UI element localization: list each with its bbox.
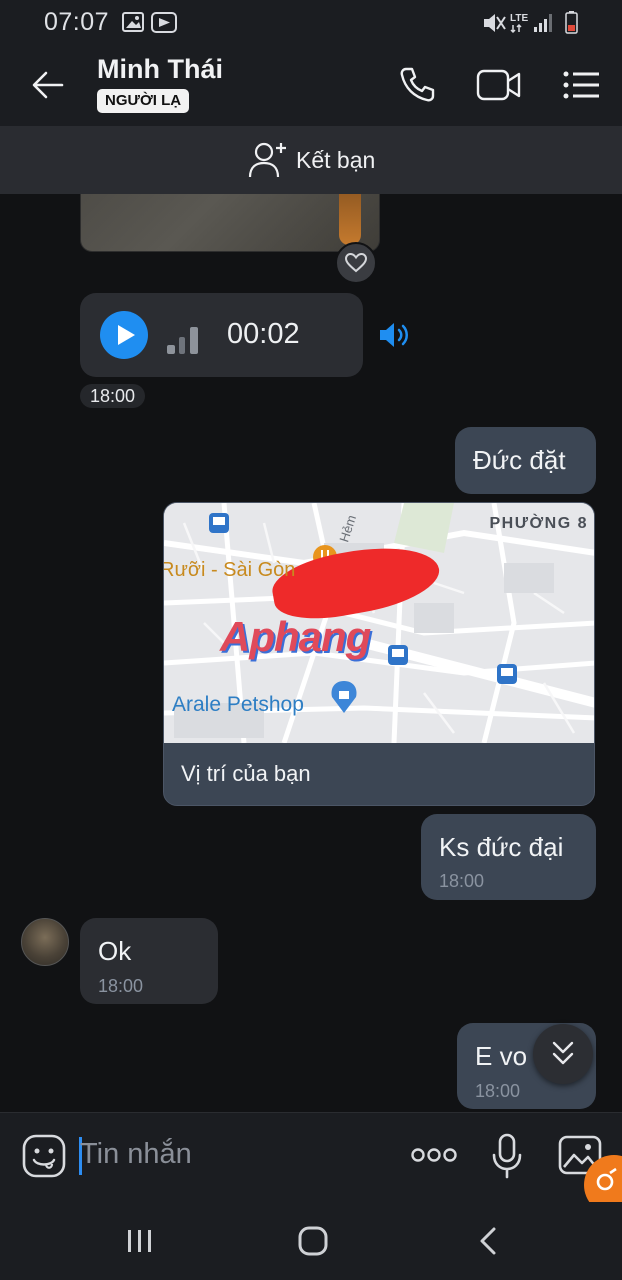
message-text: Đức đặt [473, 445, 566, 475]
double-chevron-down-icon [552, 1041, 574, 1065]
message-input-bar: Tin nhắn [0, 1112, 622, 1202]
home-icon[interactable] [298, 1226, 328, 1256]
message-text: E vo [475, 1041, 528, 1071]
message-time: 18:00 [98, 976, 144, 996]
system-nav-bar [0, 1202, 622, 1280]
voice-message: 00:02 [80, 293, 363, 377]
message-text: Ks đức đại [439, 832, 564, 862]
chat-header: Minh Thái NGƯỜI LẠ [0, 44, 622, 126]
sticker-icon[interactable] [22, 1134, 66, 1178]
map-label-place: Rưỡi - Sài Gòn [164, 559, 296, 581]
phone-icon[interactable] [398, 66, 436, 104]
add-friend-button[interactable]: Kết bạn [0, 126, 622, 194]
back-arrow-icon[interactable] [30, 67, 66, 103]
heart-icon [345, 253, 367, 273]
watermark-logo: Aphang [220, 613, 371, 660]
message-time: 18:00 [80, 384, 146, 408]
add-user-icon [248, 142, 286, 178]
recent-apps-icon[interactable] [126, 1228, 154, 1254]
battery-icon [565, 11, 578, 34]
outgoing-message[interactable]: Đức đặt [455, 427, 596, 494]
reaction-button[interactable] [335, 242, 377, 284]
video-call-icon[interactable] [476, 68, 522, 102]
bus-stop-icon [388, 645, 408, 665]
message-time: 18:00 [475, 1081, 521, 1101]
location-caption: Vị trí của bạn [181, 761, 311, 786]
status-system-icons: LTE [482, 10, 582, 41]
bus-stop-icon [497, 664, 517, 684]
play-button[interactable] [100, 311, 148, 359]
message-list[interactable]: 00:02 18:00 Đức đặt PHƯỜNG 8 Rưỡi - Sài … [0, 194, 622, 1112]
photo-message[interactable] [80, 194, 380, 252]
more-options-icon[interactable] [411, 1147, 457, 1163]
mute-icon [484, 14, 506, 32]
play-icon [118, 325, 135, 345]
contact-avatar[interactable] [21, 918, 69, 966]
scroll-to-bottom-button[interactable] [533, 1024, 593, 1084]
message-time: 18:00 [439, 871, 485, 891]
stranger-badge: NGƯỜI LẠ [97, 89, 190, 113]
location-message[interactable]: PHƯỜNG 8 Rưỡi - Sài Gòn Arale Petshop Hẻ… [163, 502, 595, 806]
bus-stop-icon [209, 513, 229, 533]
status-bar: 07:07 LTE [0, 0, 622, 44]
message-input[interactable]: Tin nhắn [80, 1138, 192, 1171]
outgoing-message[interactable]: Ks đức đại 18:00 [421, 814, 596, 900]
voice-duration: 00:02 [227, 318, 300, 350]
speaker-icon[interactable] [378, 320, 412, 350]
gallery-icon [122, 12, 177, 33]
message-text: Ok [98, 936, 132, 966]
contact-name[interactable]: Minh Thái [97, 54, 223, 85]
menu-list-icon[interactable] [563, 70, 601, 100]
status-time: 07:07 [44, 8, 110, 36]
voice-waveform-icon [167, 327, 198, 354]
add-friend-label: Kết bạn [296, 147, 376, 173]
microphone-icon[interactable] [492, 1133, 522, 1179]
map-label-ward: PHƯỜNG 8 [489, 515, 588, 532]
incoming-message[interactable]: Ok 18:00 [80, 918, 218, 1004]
map-preview[interactable]: PHƯỜNG 8 Rưỡi - Sài Gòn Arale Petshop Hẻ… [164, 503, 594, 743]
back-nav-icon[interactable] [478, 1226, 498, 1256]
map-label-shop: Arale Petshop [172, 693, 304, 716]
signal-icon [534, 14, 552, 32]
lte-text: LTE [510, 13, 528, 24]
status-notification-icons [122, 11, 186, 40]
